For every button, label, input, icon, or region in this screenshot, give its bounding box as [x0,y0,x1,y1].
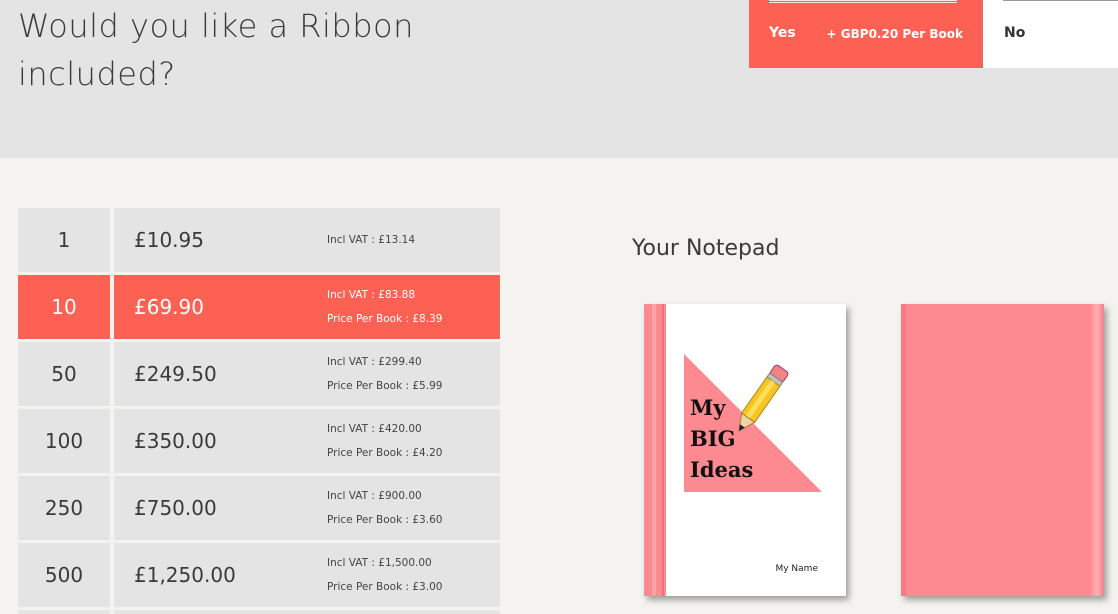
cover-line-1: My [690,395,726,420]
price-cell: £249.50 Incl VAT : £299.40 Price Per Boo… [114,342,500,406]
per-book-price: Price Per Book : £3.00 [327,581,443,593]
quantity-cell: 10 [18,275,110,339]
cover-title: My BIG Ideas [690,392,753,485]
per-book-price: Price Per Book : £5.99 [327,380,443,392]
price-details: Incl VAT : £299.40 Price Per Book : £5.9… [327,350,442,398]
ribbon-yes-price: + GBP0.20 Per Book [826,27,963,41]
price-row-next[interactable] [18,610,500,614]
ribbon-no-label: No [1004,25,1026,41]
ribbon-question: Would you like a Ribbon included? [18,7,414,93]
per-book-price: Price Per Book : £3.60 [327,514,443,526]
price-row-500[interactable]: 500 £1,250.00 Incl VAT : £1,500.00 Price… [18,543,500,607]
divider [769,0,957,3]
cover-author-name: My Name [775,564,818,574]
quantity-cell [18,610,110,614]
vat-price: Incl VAT : £13.14 [327,234,416,246]
vat-price: Incl VAT : £900.00 [327,490,422,502]
vat-price: Incl VAT : £83.88 [327,289,416,301]
vat-price: Incl VAT : £420.00 [327,423,422,435]
price-cell: £750.00 Incl VAT : £900.00 Price Per Boo… [114,476,500,540]
price-cell: £1,250.00 Incl VAT : £1,500.00 Price Per… [114,543,500,607]
price-cell [114,610,500,614]
price-value: £10.95 [134,228,204,252]
quantity-price-table: 1 £10.95 Incl VAT : £13.14 10 £69.90 Inc… [18,208,500,614]
cover-line-3: Ideas [690,457,754,482]
per-book-price: Price Per Book : £8.39 [327,313,443,325]
ribbon-section: Would you like a Ribbon included? Yes + … [0,0,1118,158]
cover-line-2: BIG [690,426,736,451]
ribbon-spine [644,304,666,596]
price-row-1[interactable]: 1 £10.95 Incl VAT : £13.14 [18,208,500,272]
divider [1003,0,1118,3]
notepad-preview-title: Your Notepad [632,236,780,261]
price-details: Incl VAT : £1,500.00 Price Per Book : £3… [327,551,442,599]
vat-price: Incl VAT : £299.40 [327,356,422,368]
per-book-price: Price Per Book : £4.20 [327,447,443,459]
ribbon-yes-option[interactable]: Yes + GBP0.20 Per Book [749,0,983,68]
price-value: £249.50 [134,362,217,386]
quantity-cell: 1 [18,208,110,272]
price-details: Incl VAT : £420.00 Price Per Book : £4.2… [327,417,442,465]
price-details: Incl VAT : £83.88 Price Per Book : £8.39 [327,283,442,331]
quantity-cell: 250 [18,476,110,540]
back-cover-edge-right [1090,304,1104,596]
price-row-10[interactable]: 10 £69.90 Incl VAT : £83.88 Price Per Bo… [18,275,500,339]
price-cell: £10.95 Incl VAT : £13.14 [114,208,500,272]
ribbon-yes-label: Yes [769,25,796,41]
quantity-cell: 500 [18,543,110,607]
price-value: £1,250.00 [134,563,236,587]
quantity-cell: 50 [18,342,110,406]
price-row-50[interactable]: 50 £249.50 Incl VAT : £299.40 Price Per … [18,342,500,406]
price-details: Incl VAT : £13.14 [327,228,415,252]
price-cell: £69.90 Incl VAT : £83.88 Price Per Book … [114,275,500,339]
quantity-cell: 100 [18,409,110,473]
price-value: £750.00 [134,496,217,520]
price-row-100[interactable]: 100 £350.00 Incl VAT : £420.00 Price Per… [18,409,500,473]
vat-price: Incl VAT : £1,500.00 [327,557,432,569]
notepad-front-cover: My BIG Ideas My Name [644,304,846,596]
notepad-back-cover [901,304,1104,596]
price-details: Incl VAT : £900.00 Price Per Book : £3.6… [327,484,442,532]
price-cell: £350.00 Incl VAT : £420.00 Price Per Boo… [114,409,500,473]
back-cover-edge-left [901,304,906,596]
price-value: £69.90 [134,295,204,319]
price-value: £350.00 [134,429,217,453]
ribbon-no-option[interactable]: No [983,0,1118,68]
price-row-250[interactable]: 250 £750.00 Incl VAT : £900.00 Price Per… [18,476,500,540]
